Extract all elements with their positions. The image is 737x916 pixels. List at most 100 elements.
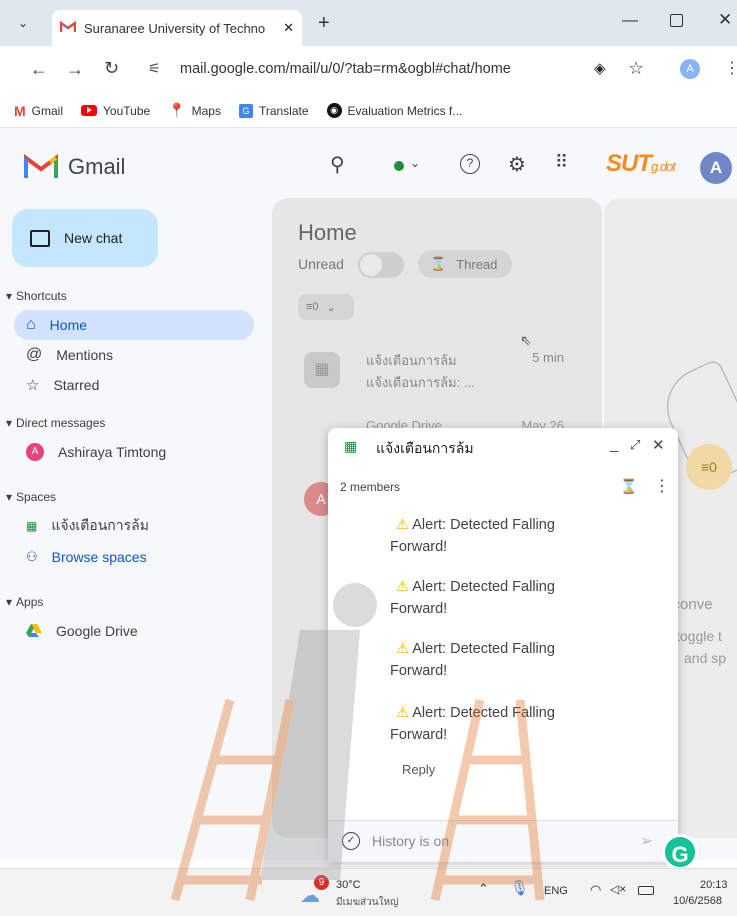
status-dot-icon[interactable] <box>394 161 404 171</box>
close-window-icon[interactable]: ✕ <box>718 10 732 30</box>
volume-icon[interactable]: ◁× <box>610 882 626 896</box>
search-icon[interactable]: ⚲ <box>330 152 345 177</box>
extension-icon[interactable]: ◈ <box>594 59 606 77</box>
bookmark-label: Evaluation Metrics f... <box>347 103 463 118</box>
popout-icon[interactable]: ⤢ <box>630 437 640 453</box>
message-line: Forward! <box>390 727 448 743</box>
google-drive-icon <box>26 623 42 640</box>
dm-section-header[interactable]: ▾ Direct messages <box>6 416 105 430</box>
close-tab-icon[interactable]: ✕ <box>283 20 294 36</box>
sidebar-item-dm-ashiraya[interactable]: A Ashiraya Timtong <box>14 437 254 467</box>
message-line: Alert: Detected Falling <box>412 641 555 657</box>
sidebar-item-home[interactable]: ⌂ Home <box>14 310 254 340</box>
sidebar-item-starred[interactable]: ☆ Starred <box>14 370 254 400</box>
reload-icon[interactable]: ↻ <box>104 58 119 79</box>
bookmark-gmail[interactable]: M Gmail <box>14 103 63 119</box>
site-info-icon[interactable]: ⚟ <box>148 60 161 77</box>
sidebar-item-space-alert[interactable]: ▦ แจ้งเตือนการล้ม <box>14 511 254 541</box>
grammarly-icon[interactable]: G <box>662 834 698 870</box>
bookmark-translate[interactable]: G Translate <box>238 103 309 118</box>
menu-icon[interactable]: ⋮ <box>724 58 737 78</box>
chat-message: ⚠ Alert: Detected Falling Forward! <box>390 576 630 620</box>
spaces-section-header[interactable]: ▾ Spaces <box>6 490 56 504</box>
bookmark-evaluation-metrics[interactable]: ◉ Evaluation Metrics f... <box>326 103 463 118</box>
browser-toolbar: ← → ↻ ⚟ mail.google.com/mail/u/0/?tab=rm… <box>0 46 737 94</box>
members-count[interactable]: 2 members <box>340 480 400 494</box>
forward-icon[interactable]: → <box>66 59 84 80</box>
new-chat-button[interactable]: New chat <box>12 209 158 267</box>
thread-filter-chip[interactable]: ⌛ Thread <box>418 250 512 278</box>
empty-state-line-3: and sp <box>684 650 727 666</box>
section-label: Spaces <box>16 490 57 504</box>
message-line: Alert: Detected Falling <box>412 517 555 533</box>
section-label: Direct messages <box>16 416 106 430</box>
youtube-icon <box>81 105 98 116</box>
list-item-time: 5 min <box>532 350 564 365</box>
sidebar-item-label: Ashiraya Timtong <box>58 444 167 460</box>
new-tab-icon[interactable]: + <box>318 12 330 35</box>
space-icon: ▦ <box>344 438 358 454</box>
clock-date[interactable]: 10/6/2568 <box>673 895 722 907</box>
sidebar-item-browse-spaces[interactable]: ⚇ Browse spaces <box>14 542 254 572</box>
status-chevron-icon[interactable]: ⌄ <box>410 156 420 170</box>
section-label: Shortcuts <box>16 289 67 303</box>
reply-button[interactable]: Reply <box>402 762 435 777</box>
history-bar: ✓ History is on ➢ <box>328 820 678 862</box>
chat-message: ⚠ Alert: Detected Falling Forward! <box>390 514 630 558</box>
profile-avatar[interactable]: A <box>680 59 700 79</box>
battery-icon[interactable] <box>638 886 654 895</box>
microphone-icon[interactable]: 🎙 <box>510 879 529 897</box>
more-options-icon[interactable]: ⋮ <box>654 476 670 496</box>
unread-toggle[interactable] <box>358 252 404 278</box>
tray-expand-icon[interactable]: ⌃ <box>478 881 489 897</box>
browser-tab[interactable]: Suranaree University of Techno ✕ <box>52 10 302 46</box>
maximize-icon[interactable] <box>670 14 683 27</box>
help-icon[interactable]: ? <box>460 154 480 174</box>
list-item[interactable]: ▦ แจ้งเตือนการล้ม 5 min แจ้งเตือนการล้ม:… <box>298 342 588 398</box>
sidebar-item-google-drive[interactable]: Google Drive <box>14 616 254 646</box>
org-logo-text: SUT <box>606 150 652 177</box>
section-label: Apps <box>16 595 44 609</box>
account-avatar[interactable]: A <box>700 152 732 184</box>
filter-icon: ≡0 <box>306 301 319 313</box>
sidebar-item-label: Google Drive <box>56 623 138 639</box>
org-logo[interactable]: SUTg.dot <box>606 150 676 178</box>
back-icon[interactable]: ← <box>30 59 48 80</box>
shortcuts-section-header[interactable]: ▾ Shortcuts <box>6 289 67 303</box>
bookmark-youtube[interactable]: YouTube <box>81 104 150 118</box>
close-chat-icon[interactable]: ✕ <box>652 436 665 454</box>
gmail-favicon-icon <box>59 20 77 36</box>
empty-state-line-2: toggle t <box>676 628 722 644</box>
space-icon: ▦ <box>26 519 38 533</box>
sidebar: New chat ▾ Shortcuts ⌂ Home @ Mentions ☆ … <box>0 200 270 860</box>
chat-space-name[interactable]: แจ้งเตือนการล้ม <box>376 438 474 460</box>
collapse-caret-icon: ▾ <box>6 289 13 303</box>
minimize-icon[interactable]: — <box>622 12 638 30</box>
tab-search-button[interactable]: ⌄ <box>18 16 28 30</box>
language-indicator[interactable]: ENG <box>544 885 568 897</box>
gmail-logo-icon[interactable] <box>24 154 58 185</box>
message-line: Forward! <box>390 601 448 617</box>
clock-time[interactable]: 20:13 <box>700 879 728 891</box>
translate-icon: G <box>238 103 253 118</box>
wifi-icon[interactable]: ◠ <box>590 882 601 898</box>
sidebar-item-mentions[interactable]: @ Mentions <box>14 340 254 370</box>
address-bar[interactable]: mail.google.com/mail/u/0/?tab=rm&ogbl#ch… <box>180 61 511 77</box>
message-input[interactable]: History is on <box>372 833 449 849</box>
chat-popup: ▦ แจ้งเตือนการล้ม _ ⤢ ✕ 2 members ⌛ ⋮ ⚠ … <box>328 428 678 862</box>
send-icon[interactable]: ➢ <box>640 831 653 851</box>
history-toggle-icon[interactable]: ✓ <box>342 832 360 850</box>
list-item-preview: แจ้งเตือนการล้ม: ... <box>366 375 475 390</box>
bookmark-maps[interactable]: 📍 Maps <box>168 102 221 119</box>
bookmark-star-icon[interactable]: ☆ <box>628 58 644 79</box>
filter-dropdown[interactable]: ≡0 ⌄ <box>298 294 354 320</box>
bookmark-label: Translate <box>258 103 309 118</box>
minimize-chat-icon[interactable]: _ <box>610 436 618 453</box>
apps-section-header[interactable]: ▾ Apps <box>6 595 43 609</box>
hourglass-icon[interactable]: ⌛ <box>620 478 637 495</box>
gmail-app-name: Gmail <box>68 154 126 179</box>
home-icon: ⌂ <box>26 316 36 333</box>
warning-icon: ⚠ <box>396 641 409 657</box>
apps-grid-icon[interactable]: ⠿ <box>555 152 568 173</box>
settings-icon[interactable]: ⚙ <box>508 152 526 177</box>
